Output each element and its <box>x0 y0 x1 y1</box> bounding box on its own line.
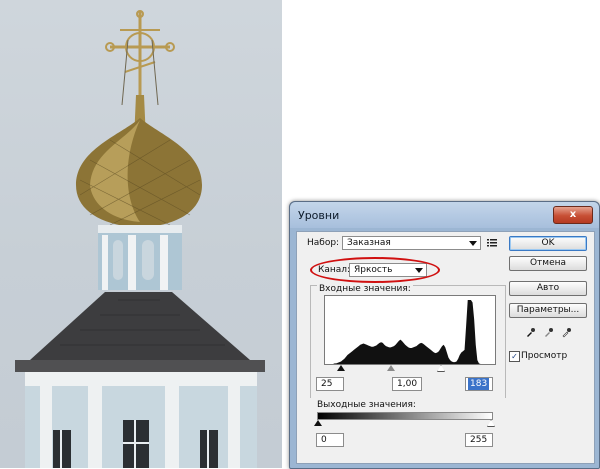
output-white-slider[interactable] <box>487 420 495 427</box>
input-gamma-field[interactable]: 1,00 <box>392 377 422 391</box>
preset-label: Набор: <box>307 238 340 248</box>
preset-dropdown[interactable]: Заказная <box>342 236 481 250</box>
input-white-field[interactable]: 183 <box>465 377 493 391</box>
preview-label: Просмотр <box>521 351 568 361</box>
cancel-button[interactable]: Отмена <box>509 256 587 271</box>
input-black-value: 25 <box>321 379 333 389</box>
histogram-panel <box>324 295 496 365</box>
input-levels-label: Входные значения: <box>317 284 413 294</box>
output-black-slider[interactable] <box>314 420 322 426</box>
preset-value: Заказная <box>347 238 391 248</box>
church-dome-illustration <box>15 0 285 468</box>
output-white-field[interactable]: 255 <box>465 433 493 447</box>
input-black-slider[interactable] <box>337 365 345 371</box>
dialog-client-area: Набор: Заказная Канал: Яркость Входные з… <box>296 231 595 464</box>
auto-button[interactable]: Авто <box>509 281 587 296</box>
church-photo <box>0 0 285 468</box>
output-levels-label: Выходные значения: <box>317 400 416 410</box>
output-black-field[interactable]: 0 <box>316 433 344 447</box>
cross <box>105 10 175 106</box>
drum <box>98 225 182 290</box>
output-black-value: 0 <box>321 435 327 445</box>
preset-menu-icon[interactable] <box>487 238 497 247</box>
histogram-area <box>325 300 495 364</box>
input-white-value: 183 <box>468 378 490 390</box>
dialog-titlebar[interactable]: Уровни x <box>290 202 599 228</box>
output-white-value: 255 <box>470 435 488 445</box>
input-black-field[interactable]: 25 <box>316 377 344 391</box>
input-gamma-value: 1,00 <box>397 379 418 389</box>
options-button[interactable]: Параметры... <box>509 303 587 318</box>
ok-button[interactable]: OK <box>509 236 587 251</box>
close-button[interactable]: x <box>553 206 593 224</box>
output-gradient-strip <box>317 412 493 420</box>
roof <box>30 292 250 360</box>
levels-dialog: Уровни x Набор: Заказная Канал: Яркость … <box>289 201 600 469</box>
black-eyedropper-icon[interactable] <box>525 328 535 338</box>
channel-highlight-ellipse <box>310 257 440 283</box>
chevron-down-icon <box>469 241 477 246</box>
dialog-title: Уровни <box>298 209 340 222</box>
white-eyedropper-icon[interactable] <box>561 328 571 338</box>
histogram-chart <box>325 300 495 364</box>
input-gamma-slider[interactable] <box>387 365 395 371</box>
gray-eyedropper-icon[interactable] <box>543 328 553 338</box>
preview-checkbox[interactable]: ✓ <box>509 351 520 362</box>
